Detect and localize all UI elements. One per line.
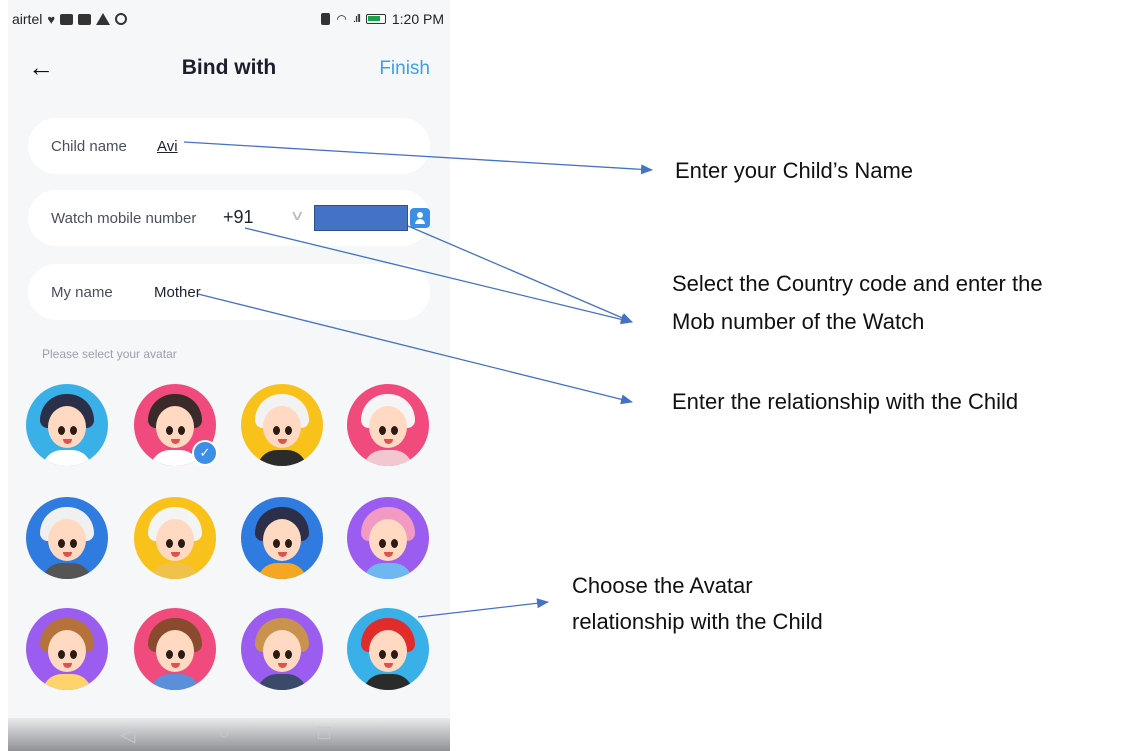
arrow-avatar [417,598,549,618]
arrow-country-code [244,227,633,325]
annotation-avatar-2: relationship with the Child [572,609,823,634]
annotation-avatar-1: Choose the Avatar [572,573,753,598]
arrow-relationship [197,293,633,405]
annotation-country-code-1: Select the Country code and enter the [672,271,1043,296]
annotation-child-name: Enter your Child’s Name [675,158,914,183]
annotation-arrows [183,141,653,618]
annotation-country-code-2: Mob number of the Watch [672,309,925,334]
arrow-child-name [183,141,653,175]
arrow-contact-book [407,225,633,323]
annotation-relationship: Enter the relationship with the Child [672,389,1019,414]
